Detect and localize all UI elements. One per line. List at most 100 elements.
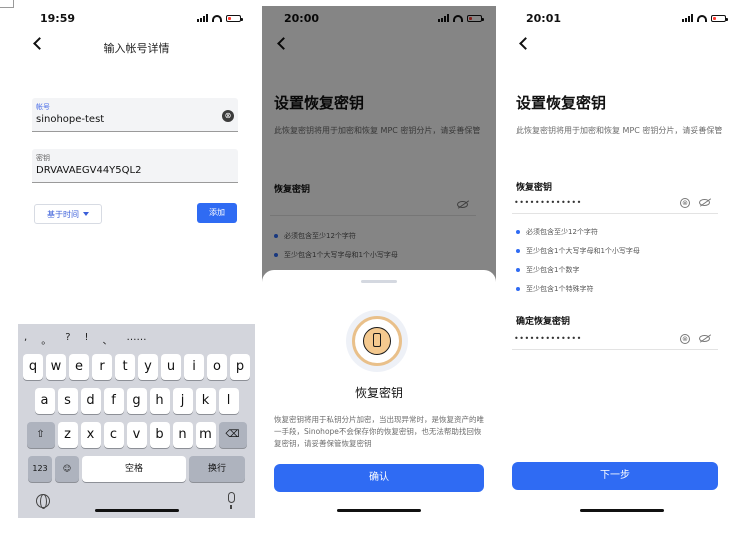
keyboard-row-1: q w e r t y u i o p — [18, 354, 255, 380]
status-bar: 20:01 — [504, 6, 740, 30]
suggestion-comma[interactable]: , — [24, 332, 27, 347]
space-key[interactable]: 空格 — [82, 456, 186, 482]
account-label: 帐号 — [36, 103, 50, 111]
battery-icon — [226, 14, 243, 22]
alarm-icon — [346, 310, 408, 372]
home-indicator — [337, 509, 421, 512]
wifi-icon — [697, 14, 707, 22]
key-r[interactable]: r — [92, 354, 112, 380]
page-description: 此恢复密钥将用于加密和恢复 MPC 密钥分片，请妥善保管 — [516, 126, 723, 135]
keyboard-suggestions: , 。 ? ! 、 …… — [24, 332, 147, 347]
status-bar: 19:59 — [18, 6, 255, 30]
key-q[interactable]: q — [23, 354, 43, 380]
battery-icon — [711, 14, 728, 22]
key-f[interactable]: f — [103, 388, 124, 414]
key-m[interactable]: m — [195, 422, 216, 448]
emoji-key[interactable]: ☺ — [55, 456, 79, 482]
suggestion-ellipsis[interactable]: …… — [127, 332, 147, 347]
signal-icon — [682, 14, 693, 22]
key-i[interactable]: i — [184, 354, 204, 380]
caret-down-icon — [83, 212, 89, 216]
recovery-key-value: ••••••••••••• — [514, 198, 582, 207]
password-rules: 必须包含至少12个字符 至少包含1个大写字母和1个小写字母 至少包含1个数字 至… — [516, 222, 640, 298]
key-v[interactable]: v — [126, 422, 147, 448]
confirm-recovery-key-value: ••••••••••••• — [514, 334, 582, 343]
confirm-button[interactable]: 确认 — [274, 464, 484, 492]
key-t[interactable]: t — [115, 354, 135, 380]
status-icons — [682, 14, 728, 22]
globe-icon[interactable] — [36, 494, 50, 509]
key-x[interactable]: x — [80, 422, 101, 448]
sheet-handle[interactable] — [361, 280, 397, 283]
key-o[interactable]: o — [207, 354, 227, 380]
alarm-icon-ring — [352, 316, 402, 366]
back-icon[interactable] — [516, 36, 532, 52]
wifi-icon — [212, 14, 222, 22]
return-key[interactable]: 换行 — [189, 456, 245, 482]
secret-field[interactable]: 密钥 DRVAVAEGV44Y5QL2 — [32, 149, 238, 183]
recovery-key-label: 恢复密钥 — [516, 183, 553, 193]
rule-item: 至少包含1个特殊字符 — [516, 279, 640, 298]
suggestion-exclaim[interactable]: ! — [85, 332, 89, 347]
keyboard-row-2: a s d f g h j k l — [18, 388, 255, 414]
key-n[interactable]: n — [172, 422, 193, 448]
home-indicator — [94, 509, 179, 512]
shift-key[interactable]: ⇧ — [26, 422, 55, 448]
key-a[interactable]: a — [34, 388, 55, 414]
alarm-icon-core — [363, 327, 391, 355]
status-icons — [197, 14, 243, 22]
suggestion-period[interactable]: 。 — [41, 332, 51, 347]
account-value: sinohope-test — [36, 114, 105, 125]
eye-off-icon[interactable] — [699, 199, 710, 206]
key-h[interactable]: h — [149, 388, 170, 414]
keyboard-row-3: ⇧ z x c v b n m ⌫ — [18, 422, 255, 448]
sheet-title: 恢复密钥 — [354, 386, 403, 400]
signal-icon — [197, 14, 208, 22]
suggestion-pause[interactable]: 、 — [103, 332, 113, 347]
screen-account-details: 19:59 输入帐号详情 帐号 sinohope-test ⊗ 密钥 DRVAV… — [18, 6, 255, 518]
key-g[interactable]: g — [126, 388, 147, 414]
confirm-recovery-key-field[interactable]: ••••••••••••• ⊗ — [512, 330, 718, 350]
key-z[interactable]: z — [57, 422, 78, 448]
suggestion-question[interactable]: ? — [65, 332, 70, 347]
clear-icon[interactable]: ⊗ — [222, 110, 234, 122]
clear-icon[interactable]: ⊗ — [680, 334, 690, 344]
key-e[interactable]: e — [69, 354, 89, 380]
screen-recovery-key-dialog: 20:00 设置恢复密钥 此恢复密钥将用于加密和恢复 MPC 密钥分片，请妥善保… — [262, 6, 496, 518]
status-time: 20:01 — [526, 12, 562, 25]
screenshot-stage: 19:59 输入帐号详情 帐号 sinohope-test ⊗ 密钥 DRVAV… — [0, 0, 743, 537]
delete-key[interactable]: ⌫ — [218, 422, 247, 448]
key-w[interactable]: w — [46, 354, 66, 380]
key-p[interactable]: p — [230, 354, 250, 380]
eye-off-icon[interactable] — [699, 335, 710, 342]
add-button[interactable]: 添加 — [197, 203, 237, 223]
recovery-key-field[interactable]: ••••••••••••• ⊗ — [512, 194, 718, 214]
keyboard-row-4: 123 ☺ 空格 换行 — [18, 456, 255, 482]
key-u[interactable]: u — [161, 354, 181, 380]
microphone-icon[interactable] — [228, 492, 235, 509]
next-button[interactable]: 下一步 — [512, 462, 718, 490]
clear-icon[interactable]: ⊗ — [680, 198, 690, 208]
key-k[interactable]: k — [195, 388, 216, 414]
secret-label: 密钥 — [36, 154, 50, 162]
key-c[interactable]: c — [103, 422, 124, 448]
rule-item: 至少包含1个数字 — [516, 260, 640, 279]
key-j[interactable]: j — [172, 388, 193, 414]
key-l[interactable]: l — [218, 388, 239, 414]
status-time: 19:59 — [40, 12, 76, 25]
home-indicator — [580, 509, 664, 512]
time-based-label: 基于时间 — [47, 209, 79, 219]
account-field[interactable]: 帐号 sinohope-test ⊗ — [32, 98, 238, 132]
secret-value: DRVAVAEGV44Y5QL2 — [36, 165, 142, 176]
numbers-key[interactable]: 123 — [28, 456, 52, 482]
sheet-message: 恢复密钥将用于私钥分片加密，当出现异常时，是恢复资产的唯一手段，Sinohope… — [274, 415, 484, 448]
rule-item: 至少包含1个大写字母和1个小写字母 — [516, 241, 640, 260]
page-title: 输入帐号详情 — [103, 42, 170, 55]
time-based-dropdown[interactable]: 基于时间 — [34, 204, 102, 224]
key-s[interactable]: s — [57, 388, 78, 414]
key-d[interactable]: d — [80, 388, 101, 414]
key-b[interactable]: b — [149, 422, 170, 448]
key-y[interactable]: y — [138, 354, 158, 380]
bottom-sheet: 恢复密钥 恢复密钥将用于私钥分片加密，当出现异常时，是恢复资产的唯一手段，Sin… — [262, 270, 496, 518]
crop-mark — [0, 0, 14, 8]
